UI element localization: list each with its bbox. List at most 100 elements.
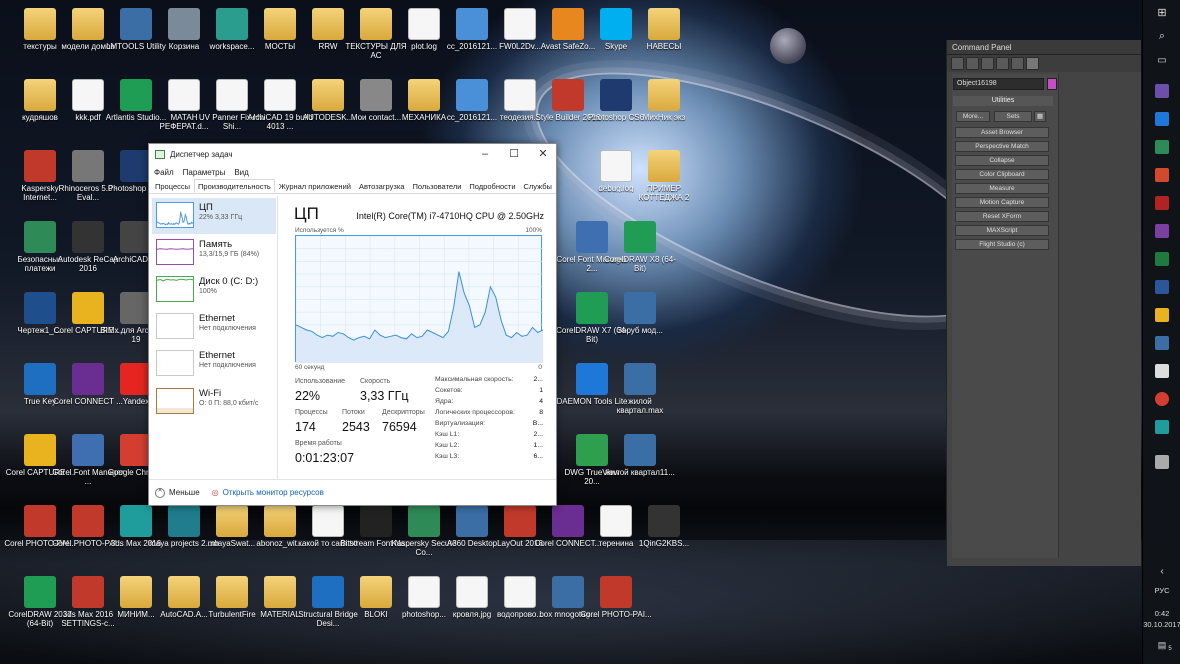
resource-mini-graph [156, 388, 194, 414]
utility-button[interactable]: MAXScript [955, 225, 1049, 236]
store-icon[interactable] [1155, 140, 1169, 154]
resource-sparkline [157, 211, 193, 226]
resource-item[interactable]: Wi-Fi О: 0 П: 88,0 кбит/с [152, 384, 276, 420]
resource-item[interactable]: Ethernet Нет подключения [152, 346, 276, 382]
mail-icon[interactable] [1155, 364, 1169, 378]
utility-button[interactable]: Collapse [955, 155, 1049, 166]
edge-icon[interactable] [1155, 112, 1169, 126]
property-value: 2... [533, 376, 543, 383]
resource-name: Wi-Fi [199, 388, 222, 399]
command-panel: Command Panel Object16198 Utilities More… [946, 40, 1141, 566]
utility-button[interactable]: Color Clipboard [955, 169, 1049, 180]
desktop-icon[interactable]: ПРИМЕР КОТТЕДЖА 2 [628, 147, 700, 215]
desktop-icon[interactable]: Corel PHOTO-PAI... [580, 573, 652, 641]
utility-button[interactable]: Motion Capture [955, 197, 1049, 208]
desktop-icon-label: CorelDRAW X8 (64-Bit) [604, 255, 676, 273]
chrome-icon[interactable] [1155, 392, 1169, 406]
menu-view[interactable]: Вид [234, 168, 248, 177]
tab-services[interactable]: Службы [520, 179, 556, 193]
tab-performance[interactable]: Производительность [194, 179, 275, 193]
fewer-details-link[interactable]: Меньше [169, 488, 200, 497]
modify-tab-icon[interactable] [966, 57, 979, 70]
input-language[interactable]: РУС [1143, 586, 1180, 595]
utility-button[interactable]: Asset Browser [955, 127, 1049, 138]
resource-stat: 13,3/15,9 ГБ (84%) [199, 251, 260, 258]
desktop-icon-label: 1QinG2KBS... [638, 539, 690, 548]
open-resource-monitor-link[interactable]: Открыть монитор ресурсов [223, 488, 324, 497]
start-button[interactable]: ⊞ [1143, 6, 1180, 19]
chevron-left-icon[interactable]: ‹ [1143, 566, 1180, 577]
create-tab-icon[interactable] [951, 57, 964, 70]
task-view-icon[interactable]: ▭ [1143, 55, 1180, 66]
close-button[interactable]: ✕ [529, 147, 557, 161]
resource-item[interactable]: Ethernet Нет подключения [152, 309, 276, 345]
display-tab-icon[interactable] [1011, 57, 1024, 70]
resource-item[interactable]: Диск 0 (C: D:) 100% [152, 272, 276, 308]
utility-button[interactable]: Flight Studio (c) [955, 239, 1049, 250]
excel-icon[interactable] [1155, 252, 1169, 266]
word-icon[interactable] [1155, 280, 1169, 294]
footer-bar: ^ Меньше ◎ Открыть монитор ресурсов [149, 479, 556, 505]
object-name-field[interactable]: Object16198 [953, 78, 1044, 90]
utility-button[interactable]: Reset XForm [955, 211, 1049, 222]
menu-bar: Файл Параметры Вид [149, 165, 556, 179]
resource-item[interactable]: ЦП 22% 3,33 ГГц [152, 198, 276, 234]
cpu-property-row: Ядра: 4 [435, 396, 543, 407]
usage-value: 22% [295, 389, 321, 403]
folder-icon [648, 8, 680, 40]
sets-button[interactable]: Sets [994, 111, 1032, 122]
property-key: Кэш L3: [435, 453, 460, 460]
uptime-value: 0:01:23:07 [295, 451, 355, 465]
tab-startup[interactable]: Автозагрузка [355, 179, 409, 193]
clock-time[interactable]: 0:42 [1143, 609, 1180, 618]
resource-name: Диск 0 (C: D:) [199, 276, 259, 287]
resource-stat: 22% 3,33 ГГц [199, 214, 243, 221]
desktop-icon[interactable]: CorelDRAW X8 (64-Bit) [604, 218, 676, 286]
desktop-icon[interactable]: жилой квартал11... [604, 431, 676, 499]
pinned-app-icon[interactable] [1155, 196, 1169, 210]
command-panel-title: Command Panel [947, 40, 1141, 55]
desktop-icon[interactable]: жилой квартал.max [604, 360, 676, 428]
taskbar: ⊞ ⌕ ▭ ‹ РУС 0:42 30.10.2017 ▤ 5 [1142, 0, 1180, 664]
powerpoint-icon[interactable] [1155, 168, 1169, 182]
minimize-button[interactable]: – [471, 147, 499, 161]
motion-tab-icon[interactable] [996, 57, 1009, 70]
resource-monitor-icon: ◎ [211, 488, 219, 497]
object-color-swatch[interactable] [1047, 78, 1057, 90]
desktop-icon[interactable]: МихНик экз [628, 76, 700, 144]
desktop-icon[interactable]: Заруб мод... [604, 289, 676, 357]
menu-file[interactable]: Файл [154, 168, 174, 177]
speed-value: 3,33 ГГц [360, 389, 409, 403]
explorer-icon[interactable] [1155, 308, 1169, 322]
chevron-up-icon[interactable]: ^ [155, 487, 165, 498]
clock-date[interactable]: 30.10.2017 [1143, 620, 1180, 629]
menu-options[interactable]: Параметры [183, 168, 226, 177]
tab-details[interactable]: Подробности [465, 179, 519, 193]
maximize-button[interactable]: ☐ [500, 147, 528, 161]
window-title: Диспетчер задач [170, 150, 233, 159]
utility-button[interactable]: Measure [955, 183, 1049, 194]
resource-item[interactable]: Память 13,3/15,9 ГБ (84%) [152, 235, 276, 271]
utility-button[interactable]: Perspective Match [955, 141, 1049, 152]
tab-app-history[interactable]: Журнал приложений [275, 179, 355, 193]
tab-processes[interactable]: Процессы [151, 179, 194, 193]
cpu-property-row: Кэш L2: 1... [435, 440, 543, 451]
notification-count: 5 [1168, 646, 1172, 652]
desktop-icon[interactable]: 1QinG2KBS... [628, 502, 700, 570]
onenote-icon[interactable] [1155, 224, 1169, 238]
more-button[interactable]: More... [956, 111, 990, 122]
cpu-usage-graph [295, 235, 544, 363]
pinned-app-icon[interactable] [1155, 84, 1169, 98]
threads-label: Потоки [342, 409, 365, 416]
task-manager-icon[interactable] [1155, 455, 1169, 469]
hierarchy-tab-icon[interactable] [981, 57, 994, 70]
search-icon[interactable]: ⌕ [1143, 30, 1180, 43]
3dsmax-icon[interactable] [1155, 420, 1169, 434]
cpu-property-row: Максимальная скорость: 2... [435, 374, 543, 385]
utilities-rollout-header[interactable]: Utilities [953, 96, 1053, 106]
configure-sets-icon[interactable]: ▦ [1034, 111, 1046, 122]
pinned-app-icon[interactable] [1155, 336, 1169, 350]
tab-users[interactable]: Пользователи [408, 179, 465, 193]
utilities-tab-icon[interactable] [1026, 57, 1039, 70]
desktop-icon[interactable]: НАВЕСЫ [628, 5, 700, 73]
